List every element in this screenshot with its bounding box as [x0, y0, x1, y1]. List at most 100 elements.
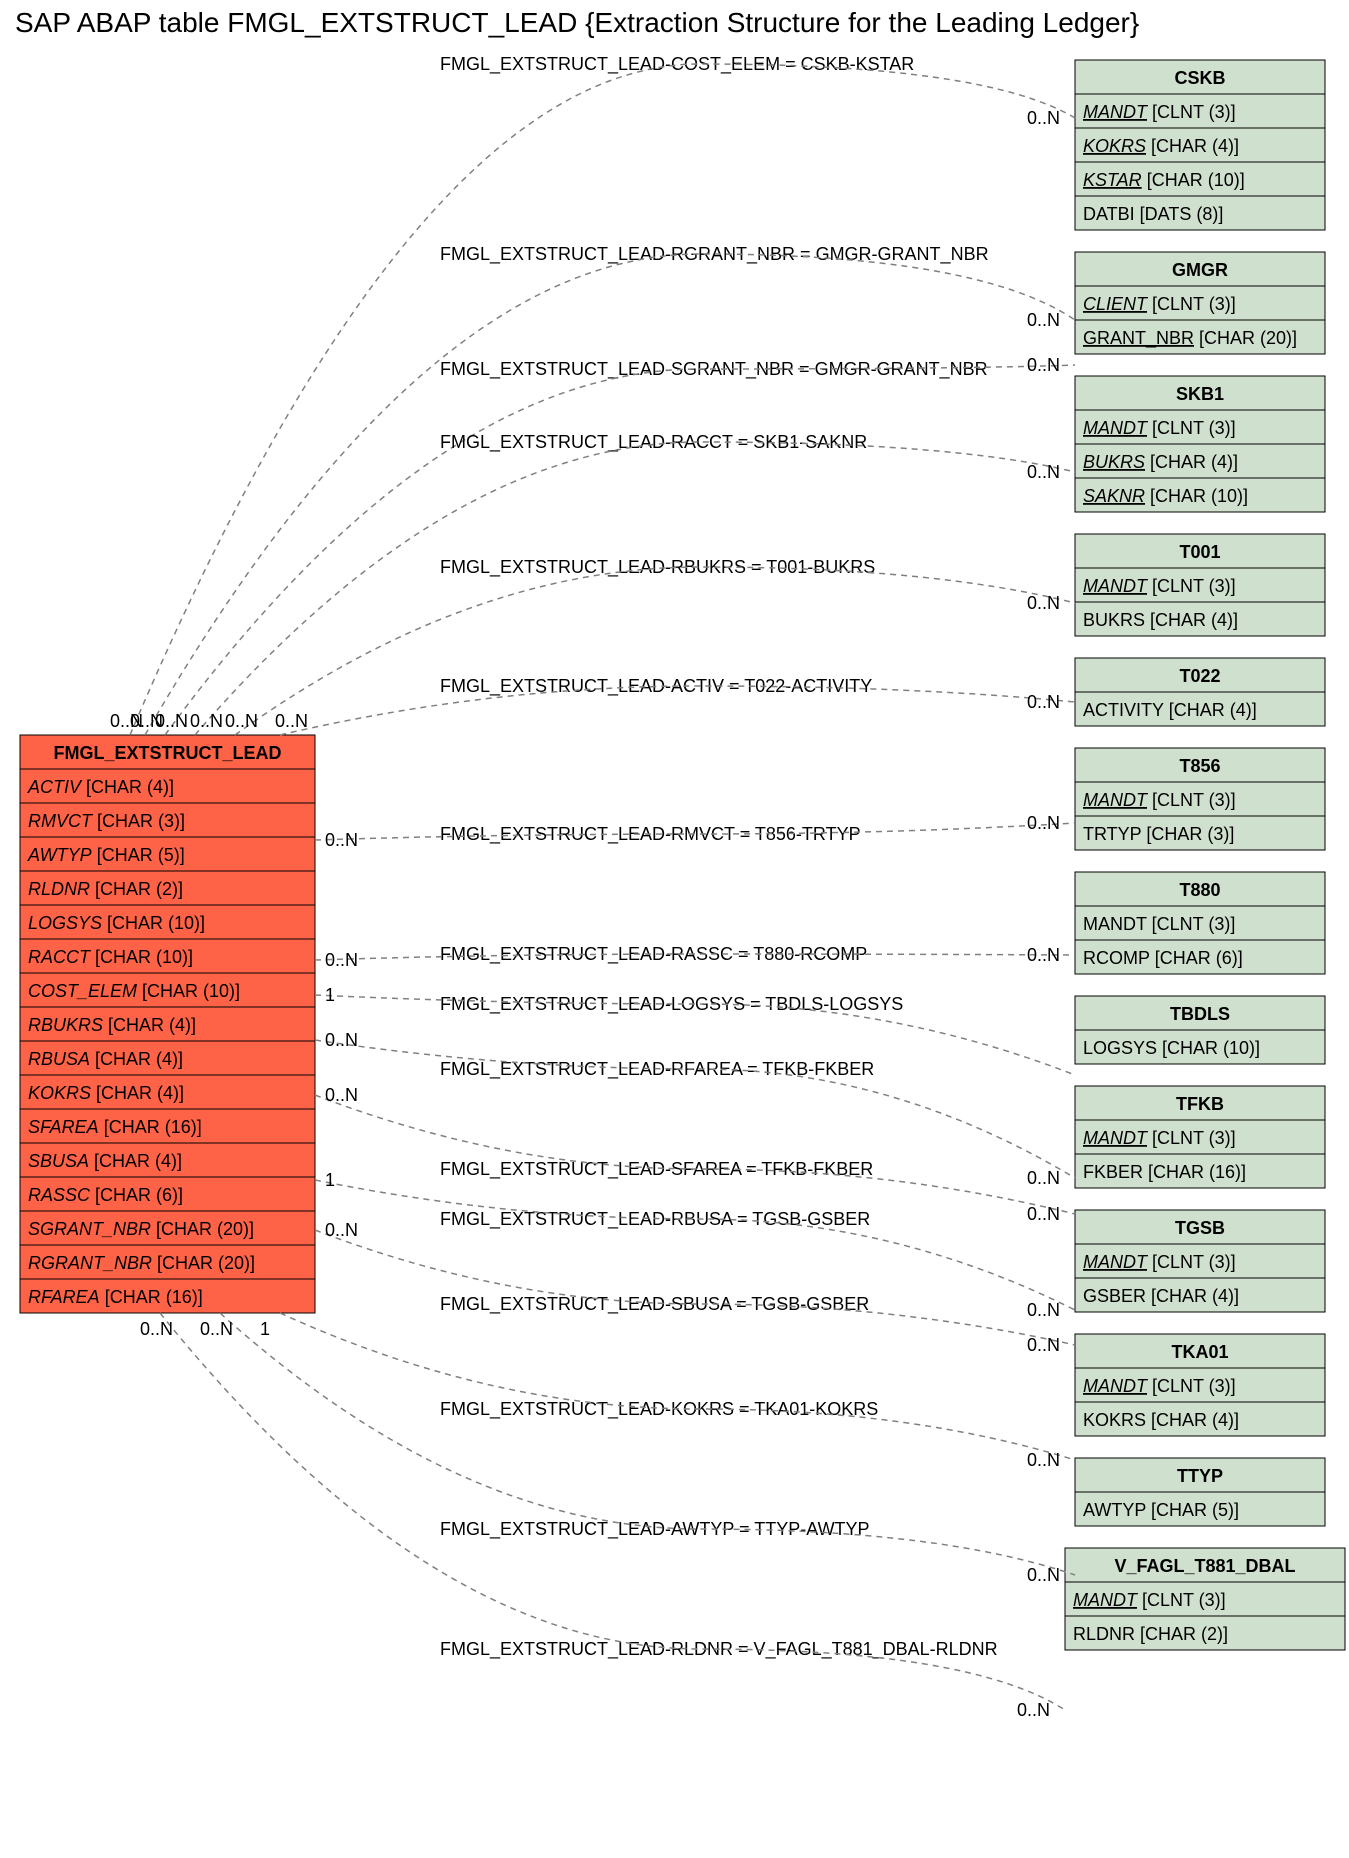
cardinality-dst: 0..N	[1027, 1204, 1060, 1224]
ref-table-tfkb-field: FKBER [CHAR (16)]	[1083, 1162, 1246, 1182]
ref-table-t001-header: T001	[1179, 542, 1220, 562]
cardinality-dst: 0..N	[1027, 1300, 1060, 1320]
relation-edge	[315, 1230, 1075, 1345]
main-table-field: RBUKRS [CHAR (4)]	[28, 1015, 196, 1035]
cardinality-src: 1	[260, 1319, 270, 1339]
relation-label: FMGL_EXTSTRUCT_LEAD-RACCT = SKB1-SAKNR	[440, 432, 867, 453]
ref-table-tka01-field: KOKRS [CHAR (4)]	[1083, 1410, 1239, 1430]
cardinality-src: 0..N	[200, 1319, 233, 1339]
ref-table-cskb-field: MANDT [CLNT (3)]	[1083, 102, 1236, 122]
ref-table-gmgr-field: GRANT_NBR [CHAR (20)]	[1083, 328, 1297, 349]
relation-edge	[235, 567, 1075, 735]
ref-table-cskb-field: KSTAR [CHAR (10)]	[1083, 170, 1245, 190]
relation-edge	[315, 1095, 1075, 1214]
ref-table-t001: T001 MANDT [CLNT (3)] BUKRS [CHAR (4)]	[1075, 534, 1325, 636]
ref-table-t880-field: MANDT [CLNT (3)]	[1083, 914, 1235, 934]
cardinality-src: 0..N	[325, 830, 358, 850]
ref-table-v_fagl_t881_dbal-field: RLDNR [CHAR (2)]	[1073, 1624, 1228, 1644]
cardinality-src: 0..N	[155, 711, 188, 731]
cardinality-dst: 0..N	[1027, 945, 1060, 965]
ref-table-cskb-field: DATBI [DATS (8)]	[1083, 204, 1223, 224]
ref-table-t022-header: T022	[1179, 666, 1220, 686]
ref-table-v_fagl_t881_dbal-header: V_FAGL_T881_DBAL	[1114, 1556, 1295, 1576]
cardinality-dst: 0..N	[1027, 1450, 1060, 1470]
main-table-field: SGRANT_NBR [CHAR (20)]	[28, 1219, 254, 1239]
relation-edge	[315, 1180, 1075, 1310]
cardinality-dst: 0..N	[1027, 1565, 1060, 1585]
page-title: SAP ABAP table FMGL_EXTSTRUCT_LEAD {Extr…	[15, 7, 1139, 38]
main-table-field: RBUSA [CHAR (4)]	[28, 1049, 183, 1069]
cardinality-src: 0..N	[325, 1220, 358, 1240]
ref-table-tgsb-field: GSBER [CHAR (4)]	[1083, 1286, 1239, 1306]
ref-table-tka01-field: MANDT [CLNT (3)]	[1083, 1376, 1236, 1396]
main-table-field: RLDNR [CHAR (2)]	[28, 879, 183, 899]
main-table-field: SFAREA [CHAR (16)]	[28, 1117, 202, 1137]
cardinality-src: 0..N	[140, 1319, 173, 1339]
cardinality-dst: 0..N	[1027, 108, 1060, 128]
ref-table-skb1-field: SAKNR [CHAR (10)]	[1083, 486, 1248, 506]
ref-table-cskb-field: KOKRS [CHAR (4)]	[1083, 136, 1239, 156]
cardinality-dst: 0..N	[1027, 310, 1060, 330]
main-table-field: LOGSYS [CHAR (10)]	[28, 913, 205, 933]
cardinality-dst: 0..N	[1027, 355, 1060, 375]
relation-label: FMGL_EXTSTRUCT_LEAD-SFAREA = TFKB-FKBER	[440, 1159, 873, 1180]
main-table-field: RGRANT_NBR [CHAR (20)]	[28, 1253, 255, 1273]
ref-table-tgsb-header: TGSB	[1175, 1218, 1225, 1238]
cardinality-dst: 0..N	[1027, 1335, 1060, 1355]
relation-label: FMGL_EXTSTRUCT_LEAD-RBUKRS = T001-BUKRS	[440, 557, 875, 578]
relation-label: FMGL_EXTSTRUCT_LEAD-RGRANT_NBR = GMGR-GR…	[440, 244, 989, 265]
main-table-field: RACCT [CHAR (10)]	[28, 947, 193, 967]
ref-table-v_fagl_t881_dbal: V_FAGL_T881_DBALMANDT [CLNT (3)]RLDNR [C…	[1065, 1548, 1345, 1650]
ref-table-tfkb-header: TFKB	[1176, 1094, 1224, 1114]
relation-label: FMGL_EXTSTRUCT_LEAD-SBUSA = TGSB-GSBER	[440, 1294, 869, 1315]
relation-edge	[280, 1313, 1075, 1460]
ref-table-t856-header: T856	[1179, 756, 1220, 776]
relation-label: FMGL_EXTSTRUCT_LEAD-KOKRS = TKA01-KOKRS	[440, 1399, 878, 1420]
relation-label: FMGL_EXTSTRUCT_LEAD-COST_ELEM = CSKB-KST…	[440, 54, 914, 75]
cardinality-src: 0..N	[190, 711, 223, 731]
ref-table-t880-field: RCOMP [CHAR (6)]	[1083, 948, 1243, 968]
ref-table-t022-field: ACTIVITY [CHAR (4)]	[1083, 700, 1257, 720]
ref-table-ttyp: TTYPAWTYP [CHAR (5)]	[1075, 1458, 1325, 1526]
er-diagram: SAP ABAP table FMGL_EXTSTRUCT_LEAD {Extr…	[0, 0, 1349, 1858]
ref-table-tfkb-field: MANDT [CLNT (3)]	[1083, 1128, 1236, 1148]
cardinality-src: 1	[325, 1170, 335, 1190]
relation-label: FMGL_EXTSTRUCT_LEAD-RBUSA = TGSB-GSBER	[440, 1209, 870, 1230]
ref-table-skb1: SKB1MANDT [CLNT (3)]BUKRS [CHAR (4)]SAKN…	[1075, 376, 1325, 512]
main-table-field: ACTIV [CHAR (4)]	[27, 777, 174, 797]
ref-table-gmgr-header: GMGR	[1172, 260, 1228, 280]
main-table-field: RASSC [CHAR (6)]	[28, 1185, 183, 1205]
ref-table-skb1-field: MANDT [CLNT (3)]	[1083, 418, 1236, 438]
ref-table-cskb-header: CSKB	[1174, 68, 1225, 88]
ref-table-t856-field: MANDT [CLNT (3)]	[1083, 790, 1236, 810]
cardinality-dst: 0..N	[1027, 593, 1060, 613]
ref-table-t022: T022 ACTIVITY [CHAR (4)]	[1075, 658, 1325, 726]
cardinality-src: 0..N	[325, 1085, 358, 1105]
cardinality-src: 0..N	[225, 711, 258, 731]
ref-table-ttyp-header: TTYP	[1177, 1466, 1223, 1486]
relation-edge	[145, 254, 1075, 735]
main-table-field: COST_ELEM [CHAR (10)]	[28, 981, 240, 1001]
ref-table-gmgr: GMGR CLIENT [CLNT (3)] GRANT_NBR [CHAR (20…	[1075, 252, 1325, 354]
main-table: FMGL_EXTSTRUCT_LEADACTIV [CHAR (4)]RMVCT…	[20, 735, 315, 1313]
cardinality-dst: 0..N	[1027, 462, 1060, 482]
ref-table-skb1-field: BUKRS [CHAR (4)]	[1083, 452, 1238, 472]
ref-table-gmgr-field: CLIENT [CLNT (3)]	[1083, 294, 1236, 314]
ref-table-tgsb: TGSBMANDT [CLNT (3)]GSBER [CHAR (4)]	[1075, 1210, 1325, 1312]
ref-table-t001-field: BUKRS [CHAR (4)]	[1083, 610, 1238, 630]
ref-table-tfkb: TFKB MANDT [CLNT (3)] FKBER [CHAR (16)]	[1075, 1086, 1325, 1188]
main-table-field: SBUSA [CHAR (4)]	[28, 1151, 182, 1171]
ref-table-t001-field: MANDT [CLNT (3)]	[1083, 576, 1236, 596]
relation-label: FMGL_EXTSTRUCT_LEAD-AWTYP = TTYP-AWTYP	[440, 1519, 870, 1540]
ref-table-t880-header: T880	[1179, 880, 1220, 900]
ref-table-tka01: TKA01 MANDT [CLNT (3)] KOKRS [CHAR (4)]	[1075, 1334, 1325, 1436]
main-table-field: AWTYP [CHAR (5)]	[27, 845, 185, 865]
cardinality-src: 1	[325, 985, 335, 1005]
ref-table-t856-field: TRTYP [CHAR (3)]	[1083, 824, 1234, 844]
ref-table-t880: T880 MANDT [CLNT (3)] RCOMP [CHAR (6)]	[1075, 872, 1325, 974]
ref-table-tbdls-field: LOGSYS [CHAR (10)]	[1083, 1038, 1260, 1058]
main-table-field: RMVCT [CHAR (3)]	[28, 811, 185, 831]
ref-table-cskb: CSKB MANDT [CLNT (3)] KOKRS [CHAR (4)] KSTA…	[1075, 60, 1325, 230]
relation-edge	[130, 64, 1075, 735]
ref-table-tka01-header: TKA01	[1171, 1342, 1228, 1362]
